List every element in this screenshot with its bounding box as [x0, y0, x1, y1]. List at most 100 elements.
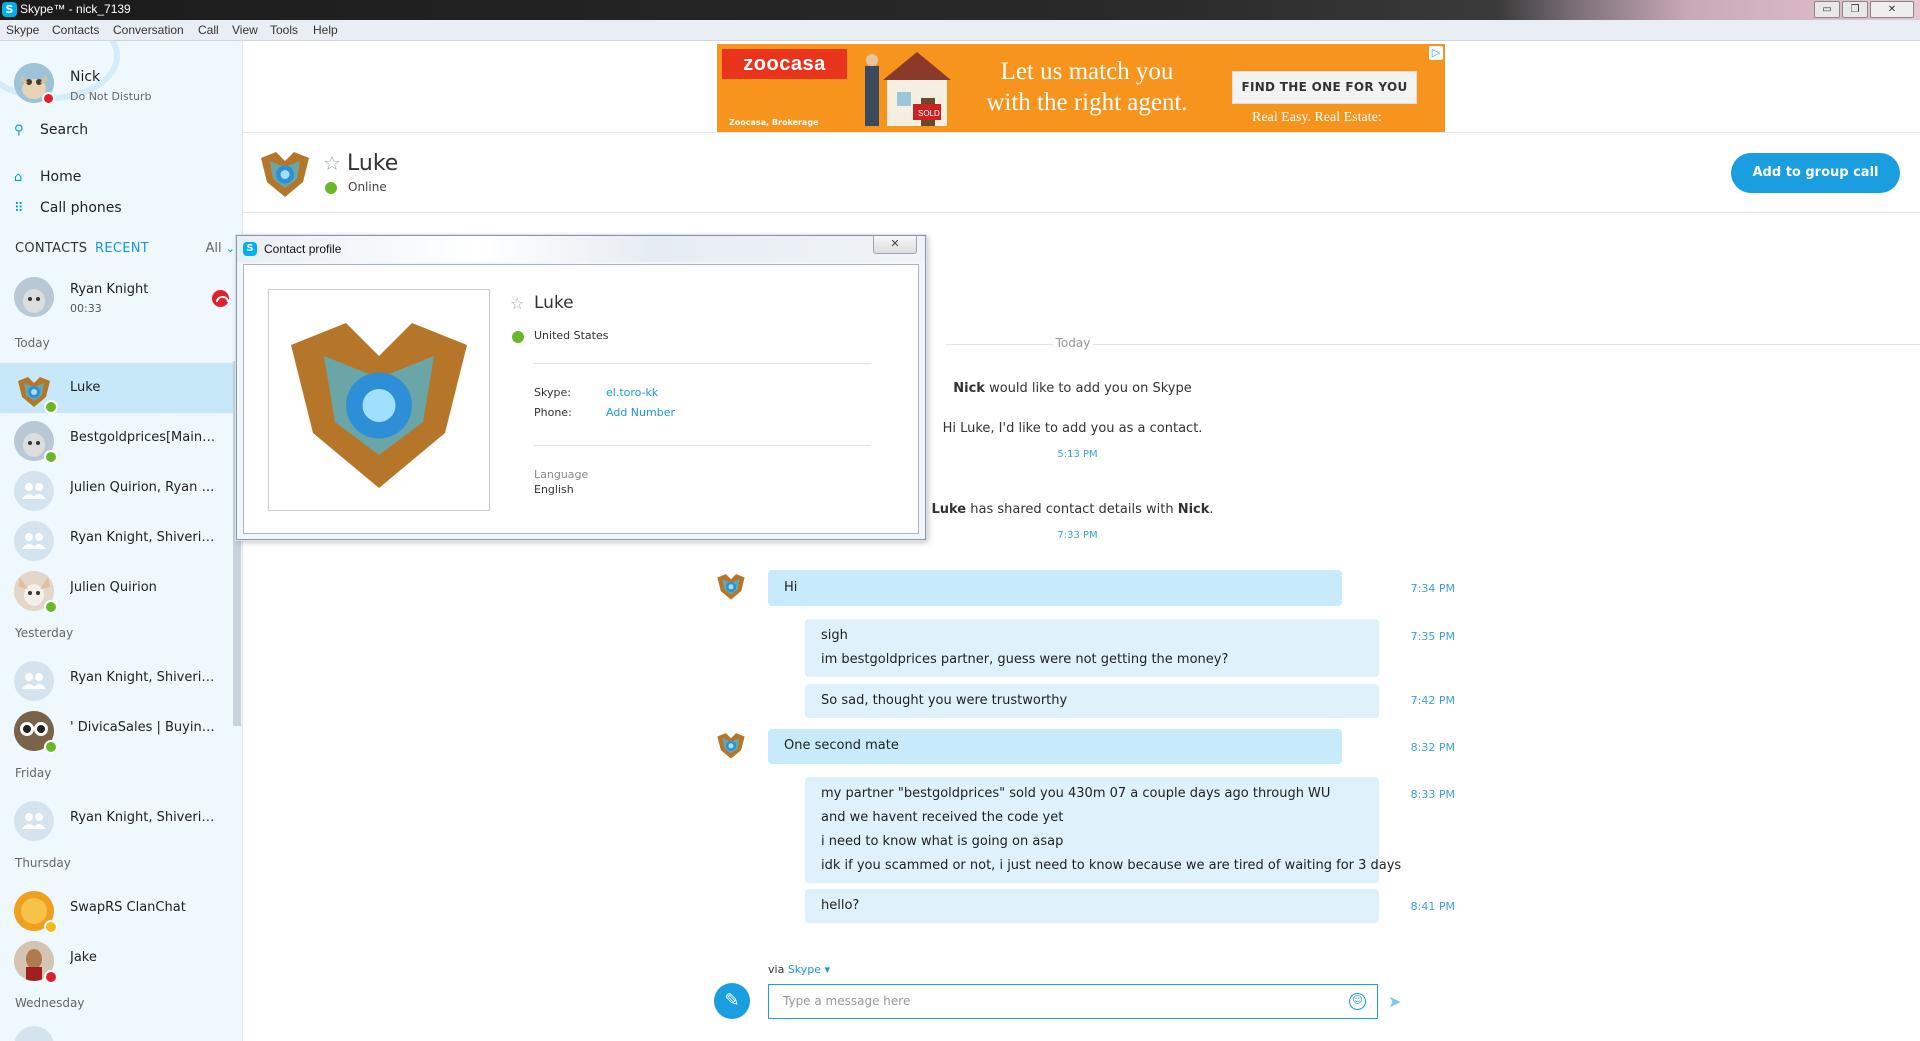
- message-input[interactable]: Type a message here: [768, 984, 1378, 1019]
- search-link[interactable]: ⚲ Search: [14, 122, 88, 140]
- filter-dropdown[interactable]: All ⌄: [206, 241, 235, 256]
- adchoices-icon[interactable]: ▷: [1429, 46, 1443, 60]
- list-item-contact[interactable]: SwapRS ClanChat: [0, 883, 233, 934]
- message-text: i need to know what is going on asap: [821, 834, 1064, 849]
- list-item-group[interactable]: Ryan Knight, Shiverinkni...: [0, 653, 233, 703]
- call-phones-link[interactable]: ⠿ Call phones: [14, 200, 122, 218]
- ad-banner[interactable]: zoocasa Zoocasa, Brokerage SOLD Let us m…: [717, 44, 1445, 132]
- ad-headline-line-2: with the right agent.: [986, 89, 1188, 116]
- menu-conversation[interactable]: Conversation: [113, 23, 184, 37]
- active-call-row[interactable]: Ryan Knight 00:33: [0, 269, 233, 319]
- restore-button[interactable]: ❐: [1842, 1, 1868, 18]
- favorite-star-icon[interactable]: ☆: [510, 294, 524, 313]
- dialog-close-button[interactable]: ✕: [873, 236, 917, 254]
- list-item-contact[interactable]: Jake: [0, 933, 233, 984]
- menu-view[interactable]: View: [232, 23, 258, 37]
- add-number-link[interactable]: Add Number: [606, 406, 675, 419]
- language-value: English: [534, 483, 574, 496]
- my-status[interactable]: Do Not Disturb: [70, 90, 152, 103]
- chevron-down-icon: ⌄: [225, 242, 235, 255]
- search-label: Search: [40, 122, 89, 138]
- message-avatar: [714, 728, 748, 762]
- send-via: via Skype ▾: [768, 963, 830, 976]
- menu-help[interactable]: Help: [313, 23, 338, 37]
- add-to-group-call-button[interactable]: Add to group call: [1731, 153, 1900, 193]
- divider: [534, 445, 871, 446]
- list-item-group[interactable]: Julien Quirion, Ryan Kni...: [0, 463, 233, 513]
- emoticon-icon[interactable]: ☺: [1349, 993, 1366, 1010]
- home-link[interactable]: ⌂ Home: [14, 169, 81, 187]
- contact-name: Luke: [70, 380, 101, 395]
- dnd-status-icon: [42, 92, 55, 105]
- section-friday: Friday: [15, 766, 52, 780]
- system-message-time: 5:13 PM: [1057, 449, 1098, 460]
- away-status-icon: [44, 920, 58, 934]
- dnd-status-icon: [44, 970, 58, 984]
- group-icon: [14, 661, 54, 701]
- group-icon: [14, 1026, 54, 1041]
- list-item-contact[interactable]: ' DivicaSales | Buying an...: [0, 703, 233, 754]
- system-message-text: would like to add you on Skype: [984, 381, 1192, 396]
- home-icon: ⌂: [14, 170, 23, 185]
- house-illustration: SOLD: [857, 48, 957, 130]
- message-text: One second mate: [784, 738, 899, 753]
- message-time: 8:41 PM: [1410, 900, 1455, 913]
- contact-name: Ryan Knight: [70, 282, 149, 297]
- menu-call[interactable]: Call: [198, 23, 219, 37]
- my-profile[interactable]: Nick Do Not Disturb: [14, 63, 234, 113]
- group-icon: [14, 801, 54, 841]
- list-item-contact[interactable]: Bestgoldprices[MainRe...: [0, 413, 233, 464]
- menu-contacts[interactable]: Contacts: [52, 23, 99, 37]
- skype-logo-icon: S: [243, 242, 257, 256]
- ad-cta-button[interactable]: FIND THE ONE FOR YOU: [1232, 71, 1417, 104]
- menu-skype[interactable]: Skype: [6, 23, 39, 37]
- section-yesterday: Yesterday: [15, 626, 74, 640]
- message-bubble[interactable]: sigh im bestgoldprices partner, guess we…: [805, 619, 1379, 677]
- message-text: So sad, thought you were trustworthy: [821, 693, 1068, 708]
- conversation-status: Online: [348, 180, 387, 194]
- favorite-star-icon[interactable]: ☆: [323, 151, 341, 175]
- contact-name: Ryan Knight, Shiverinkni...: [70, 530, 220, 545]
- message-time: 7:42 PM: [1410, 694, 1455, 707]
- search-icon: ⚲: [14, 123, 24, 138]
- profile-country: United States: [534, 329, 609, 342]
- close-button[interactable]: ✕: [1870, 1, 1914, 18]
- hang-up-icon[interactable]: [212, 290, 229, 307]
- message-bubble[interactable]: my partner "bestgoldprices" sold you 430…: [805, 777, 1401, 883]
- message-text: im bestgoldprices partner, guess were no…: [821, 652, 1229, 667]
- message-bubble[interactable]: So sad, thought you were trustworthy: [805, 684, 1379, 718]
- message-bubble[interactable]: One second mate: [768, 729, 1342, 764]
- dialog-title-bar[interactable]: S Contact profile ✕: [237, 236, 925, 262]
- menu-tools[interactable]: Tools: [270, 23, 298, 37]
- conversation-title[interactable]: Luke: [347, 151, 398, 176]
- list-item-luke[interactable]: Luke: [0, 363, 233, 414]
- ad-logo: zoocasa: [722, 49, 847, 79]
- message-bubble[interactable]: hello?: [805, 889, 1379, 923]
- tab-contacts[interactable]: CONTACTS: [15, 241, 87, 256]
- list-item-group[interactable]: Ryan Knight, Shiverinkni...: [0, 513, 233, 563]
- contact-tabs: CONTACTS RECENT All ⌄: [15, 241, 235, 261]
- list-item-contact[interactable]: Julien Quirion: [0, 563, 233, 614]
- contact-name: Jake: [70, 950, 97, 965]
- contact-name: Julien Quirion: [70, 580, 157, 595]
- system-message-bold: Luke: [931, 502, 967, 517]
- skype-id-link[interactable]: el.toro-kk: [606, 386, 658, 399]
- list-item-group[interactable]: Ryan Knight, Shiverinkni...: [0, 793, 233, 843]
- contact-avatar: [14, 277, 54, 317]
- conversation-avatar[interactable]: [255, 143, 315, 203]
- minimize-button[interactable]: ▭: [1814, 1, 1840, 18]
- send-icon[interactable]: ➤: [1388, 992, 1401, 1011]
- contact-name: Ryan Knight, Shiverinkni...: [70, 810, 220, 825]
- attach-file-button[interactable]: ✎: [714, 983, 750, 1019]
- system-message: Luke has shared contact details with Nic…: [870, 502, 1275, 517]
- divider: [534, 363, 871, 364]
- online-status-icon: [44, 600, 58, 614]
- menu-bar: Skype Contacts Conversation Call View To…: [0, 20, 1920, 41]
- section-thursday: Thursday: [15, 856, 71, 870]
- tab-recent[interactable]: RECENT: [95, 241, 149, 256]
- message-bubble[interactable]: Hi: [768, 570, 1342, 606]
- ad-broker: Zoocasa, Brokerage: [729, 118, 819, 127]
- contact-profile-dialog: S Contact profile ✕ ☆ Luke United States…: [236, 235, 926, 540]
- online-status-icon: [44, 450, 58, 464]
- via-skype-dropdown[interactable]: Skype ▾: [788, 963, 830, 976]
